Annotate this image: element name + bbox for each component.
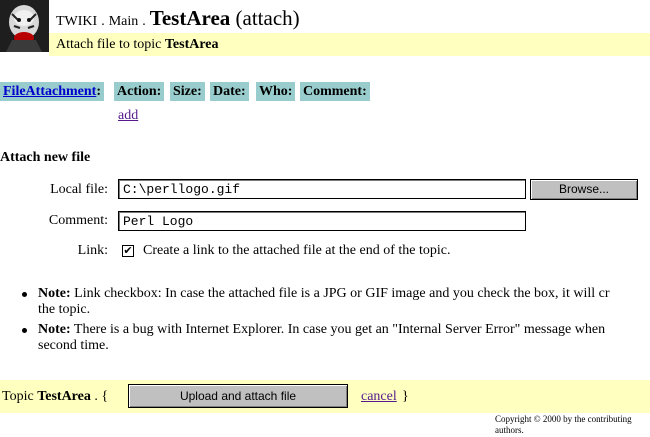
comment-label: Comment:: [48, 213, 108, 228]
twiki-logo[interactable]: [0, 0, 49, 52]
th-comment: Comment:: [300, 82, 370, 101]
th-date: Date:: [210, 82, 249, 101]
copyright: Copyright © 2000 by the contributing aut…: [495, 414, 632, 435]
th-file-attachment: FileAttachment:: [0, 82, 104, 101]
main-web-link[interactable]: Main: [109, 14, 139, 29]
link-checkbox[interactable]: ✔: [122, 245, 134, 257]
footer-topic-name: TestArea: [37, 389, 91, 404]
note-item: Note: There is a bug with Internet Explo…: [0, 322, 650, 354]
notes-list: Note: Link checkbox: In case the attache…: [0, 286, 650, 358]
upload-button[interactable]: Upload and attach file: [128, 384, 348, 408]
tiger-logo-icon: [0, 0, 49, 52]
web-name: TWIKI: [56, 14, 98, 29]
browse-button[interactable]: Browse...: [530, 179, 638, 200]
local-file-label: Local file:: [50, 182, 108, 197]
page-title: TestArea: [149, 6, 231, 30]
breadcrumb: TWIKI. Main. TestArea (attach): [56, 6, 300, 30]
cancel-link[interactable]: cancel: [361, 389, 397, 405]
bullet-icon: [22, 328, 27, 333]
close-brace: }: [402, 389, 409, 404]
local-file-input[interactable]: C:\perllogo.gif: [118, 179, 526, 199]
bullet-icon: [22, 292, 27, 297]
comment-input[interactable]: Perl Logo: [118, 211, 526, 231]
section-title: Attach new file: [0, 150, 91, 165]
th-action: Action:: [114, 82, 165, 101]
add-link[interactable]: add: [118, 108, 138, 124]
page-mode: (attach): [235, 6, 300, 30]
th-size: Size:: [170, 82, 205, 101]
note-item: Note: Link checkbox: In case the attache…: [0, 286, 650, 318]
th-who: Who:: [256, 82, 296, 101]
link-label: Link:: [77, 243, 108, 258]
footer-topic: Topic TestArea . {: [2, 389, 109, 404]
page-subtitle: Attach file to topic TestArea: [56, 37, 219, 52]
file-attachment-link[interactable]: FileAttachment: [3, 84, 96, 99]
link-checkbox-text: Create a link to the attached file at th…: [143, 243, 451, 258]
subtitle-topic: TestArea: [164, 37, 219, 52]
